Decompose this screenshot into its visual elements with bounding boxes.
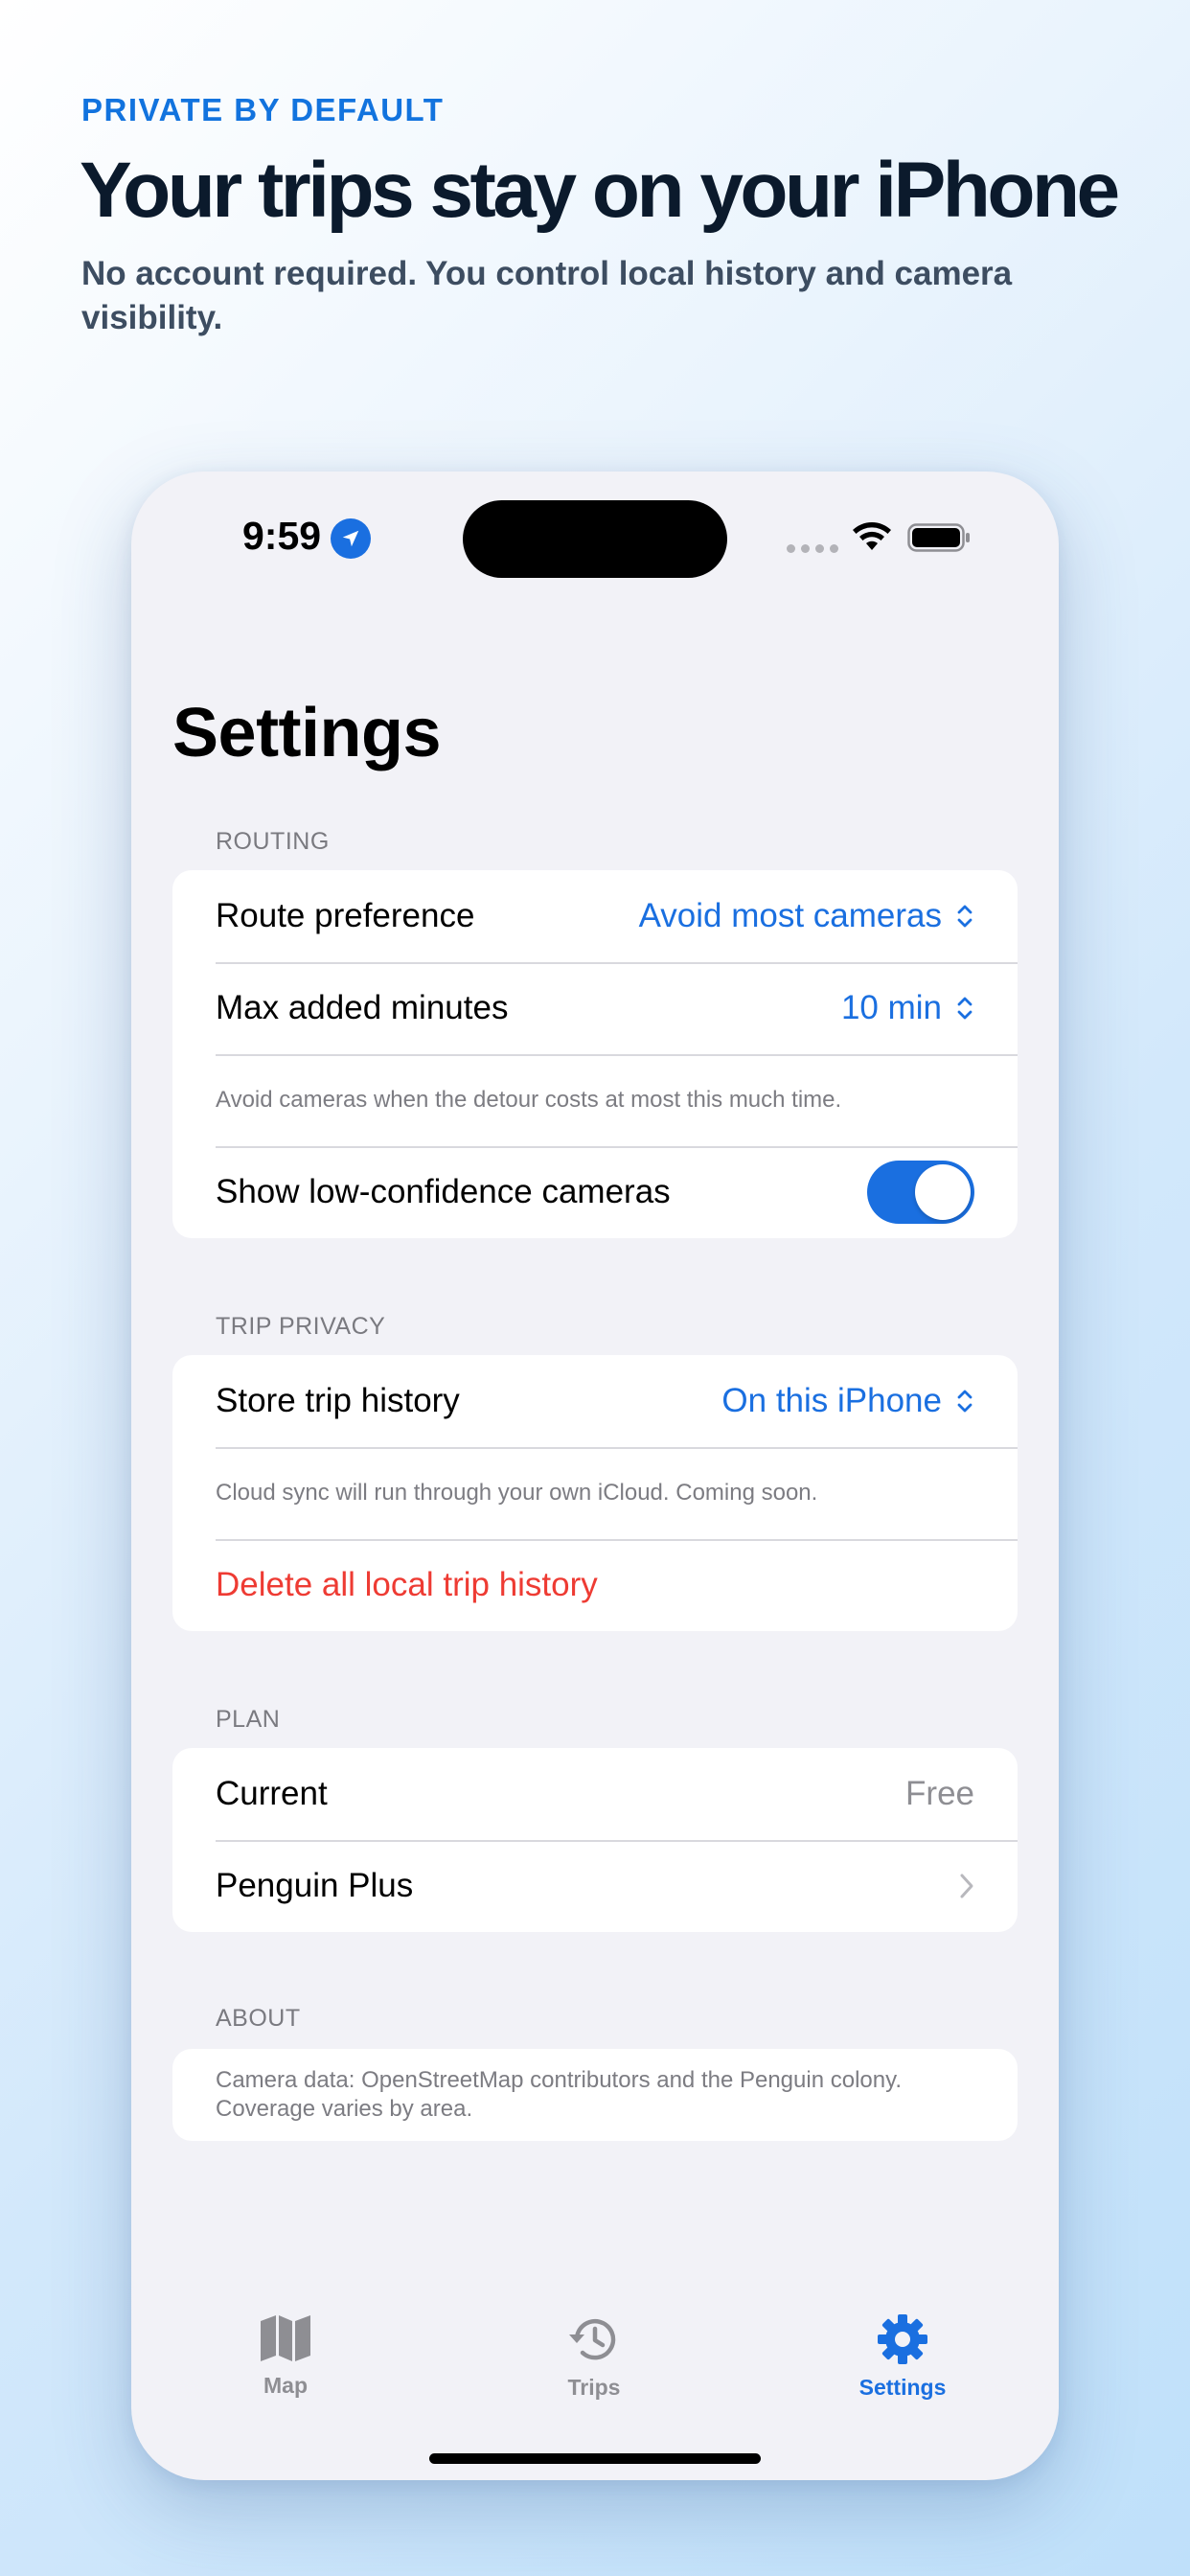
battery-icon (907, 523, 971, 557)
chevron-up-down-icon (957, 997, 973, 1020)
trip-privacy-card: Store trip history On this iPhone Cloud … (172, 1355, 1018, 1631)
routing-card: Route preference Avoid most cameras Max … (172, 870, 1018, 1238)
trip-privacy-note: Cloud sync will run through your own iCl… (172, 1447, 1018, 1539)
tab-bar: Map Trips Settings (131, 2313, 1059, 2428)
about-text: Camera data: OpenStreetMap contributors … (216, 2067, 902, 2122)
current-plan-value: Free (905, 1775, 974, 1812)
phone-frame: 9:59 Settings ROUTING Route preference A… (131, 472, 1059, 2480)
tab-settings[interactable]: Settings (807, 2313, 998, 2401)
route-preference-row[interactable]: Route preference Avoid most cameras (172, 870, 1018, 962)
about-card: Camera data: OpenStreetMap contributors … (172, 2049, 1018, 2141)
toggle-knob (915, 1164, 971, 1220)
delete-history-row[interactable]: Delete all local trip history (172, 1539, 1018, 1631)
cellular-signal-icon (787, 544, 838, 553)
status-time: 9:59 (242, 514, 322, 558)
dynamic-island (463, 500, 727, 578)
route-preference-picker[interactable]: Avoid most cameras (639, 897, 974, 935)
page-title: Settings (172, 695, 442, 771)
section-header-about: ABOUT (216, 2005, 301, 2032)
tab-label: Settings (858, 2375, 947, 2400)
delete-history-button[interactable]: Delete all local trip history (216, 1566, 598, 1604)
low-confidence-toggle[interactable] (867, 1161, 974, 1224)
store-history-row[interactable]: Store trip history On this iPhone (172, 1355, 1018, 1447)
hero-title: Your trips stay on your iPhone (80, 147, 1120, 234)
map-icon (261, 2315, 310, 2361)
tab-label: Trips (567, 2375, 621, 2400)
low-confidence-label: Show low-confidence cameras (216, 1173, 671, 1210)
store-history-label: Store trip history (216, 1382, 460, 1419)
chevron-up-down-icon (957, 905, 973, 928)
current-plan-row: Current Free (172, 1748, 1018, 1840)
chevron-right-icon (960, 1874, 973, 1898)
routing-note: Avoid cameras when the detour costs at m… (172, 1054, 1018, 1146)
route-preference-value: Avoid most cameras (638, 897, 942, 934)
store-history-picker[interactable]: On this iPhone (721, 1382, 974, 1420)
current-plan-label: Current (216, 1775, 328, 1812)
location-arrow-icon (331, 518, 371, 559)
plan-card: Current Free Penguin Plus (172, 1748, 1018, 1932)
low-confidence-row: Show low-confidence cameras (172, 1146, 1018, 1238)
section-header-trip-privacy: TRIP PRIVACY (216, 1313, 386, 1340)
chevron-up-down-icon (957, 1390, 973, 1413)
max-added-minutes-picker[interactable]: 10 min (841, 989, 974, 1027)
hero-eyebrow: PRIVATE BY DEFAULT (81, 92, 445, 127)
max-added-minutes-row[interactable]: Max added minutes 10 min (172, 962, 1018, 1054)
tab-map[interactable]: Map (190, 2313, 381, 2399)
store-history-value: On this iPhone (721, 1382, 942, 1419)
hero-subtitle: No account required. You control local h… (81, 255, 1013, 336)
penguin-plus-label: Penguin Plus (216, 1867, 414, 1904)
gear-icon (878, 2314, 927, 2364)
history-icon (569, 2318, 616, 2360)
home-indicator (429, 2453, 761, 2464)
max-added-minutes-value: 10 min (840, 989, 942, 1026)
tab-label: Map (263, 2373, 308, 2398)
wifi-icon (852, 521, 892, 557)
tab-trips[interactable]: Trips (498, 2313, 690, 2401)
route-preference-label: Route preference (216, 897, 475, 934)
section-header-routing: ROUTING (216, 828, 330, 855)
max-added-minutes-label: Max added minutes (216, 989, 509, 1026)
section-header-plan: PLAN (216, 1706, 281, 1733)
penguin-plus-row[interactable]: Penguin Plus (172, 1840, 1018, 1932)
